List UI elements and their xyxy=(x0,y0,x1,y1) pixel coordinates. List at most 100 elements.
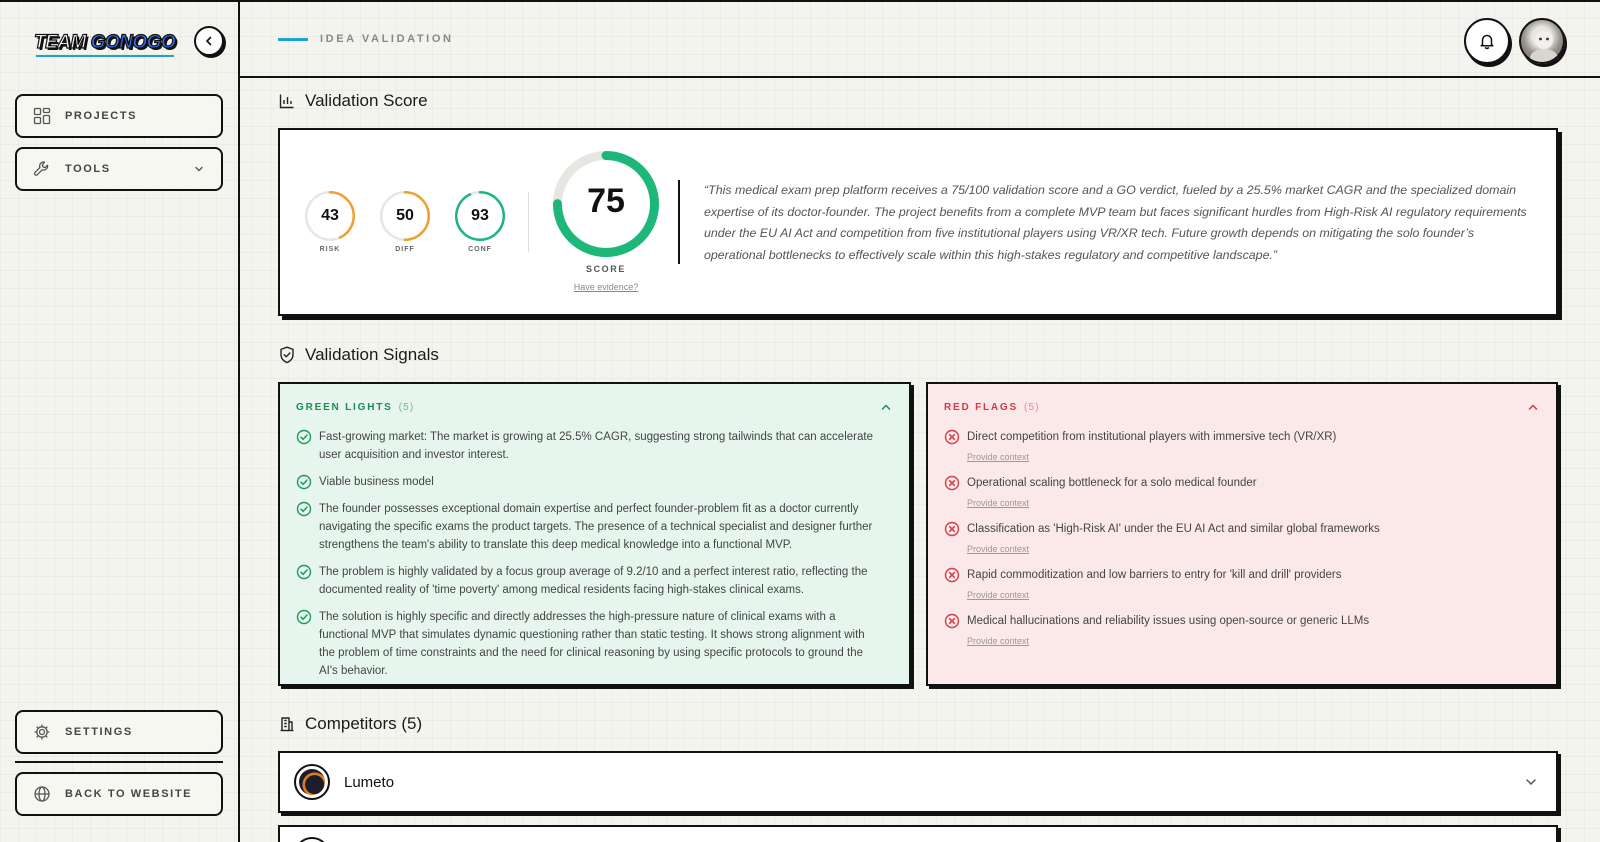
chevron-down-icon xyxy=(195,166,203,172)
validation-signals-title: Validation Signals xyxy=(305,345,439,364)
red-flags-label: RED FLAGS xyxy=(944,402,1018,413)
risk-value: 43 xyxy=(321,207,339,224)
nav-settings-label: SETTINGS xyxy=(65,726,133,738)
check-circle-icon xyxy=(296,564,312,580)
bar-chart-icon xyxy=(278,92,296,110)
overall-score-label: SCORE xyxy=(585,264,626,274)
diff-gauge: 50 DIFF xyxy=(379,190,431,256)
have-evidence-link[interactable]: Have evidence? xyxy=(552,282,660,292)
chevron-up-icon[interactable] xyxy=(879,400,893,414)
risk-label: RISK xyxy=(319,246,341,253)
provide-context-link[interactable]: Provide context xyxy=(967,634,1530,648)
validation-score-title: Validation Score xyxy=(305,91,428,110)
back-to-website-label: BACK TO WEBSITE xyxy=(65,788,193,800)
diff-label: DIFF xyxy=(395,246,415,253)
breadcrumb-accent xyxy=(278,38,308,41)
verdict-summary: “This medical exam prep platform receive… xyxy=(704,183,1527,262)
check-circle-icon xyxy=(296,429,312,445)
competitors-title: Competitors (5) xyxy=(305,714,423,733)
list-item: The problem is highly validated by a foc… xyxy=(296,563,883,599)
overall-score-value: 75 xyxy=(587,182,625,220)
red-flags-list: Direct competition from institutional pl… xyxy=(944,428,1530,658)
list-item: Fast-growing market: The market is growi… xyxy=(296,428,883,464)
green-light-text: The founder possesses exceptional domain… xyxy=(319,503,873,551)
list-item: The solution is highly specific and dire… xyxy=(296,608,883,680)
green-light-text: Viable business model xyxy=(319,476,434,488)
green-lights-label: GREEN LIGHTS xyxy=(296,402,393,413)
logo-text-gonogo: GONOGO xyxy=(90,31,176,53)
list-item: Rapid commoditization and low barriers t… xyxy=(944,566,1530,602)
red-flag-text: Operational scaling bottleneck for a sol… xyxy=(967,477,1257,489)
green-lights-list: Fast-growing market: The market is growi… xyxy=(296,428,883,689)
green-lights-header[interactable]: GREEN LIGHTS (5) xyxy=(296,402,414,413)
check-circle-icon xyxy=(296,609,312,625)
nav-tools-label: TOOLS xyxy=(65,163,111,175)
sidebar-divider xyxy=(15,761,223,763)
red-flag-text: Rapid commoditization and low barriers t… xyxy=(967,569,1342,581)
collapse-sidebar-button[interactable] xyxy=(194,26,224,56)
validation-signals-heading: Validation Signals xyxy=(278,345,439,365)
chevron-up-icon[interactable] xyxy=(1526,400,1540,414)
conf-value: 93 xyxy=(471,207,489,224)
building-icon xyxy=(278,715,296,733)
check-circle-icon xyxy=(296,501,312,517)
list-item: Direct competition from institutional pl… xyxy=(944,428,1530,464)
competitor-card[interactable]: Lumeto xyxy=(278,751,1558,813)
nav-settings-button[interactable]: SETTINGS xyxy=(15,710,223,754)
x-circle-icon xyxy=(944,613,960,629)
provide-context-link[interactable]: Provide context xyxy=(967,450,1530,464)
chevron-left-icon xyxy=(206,36,212,46)
provide-context-link[interactable]: Provide context xyxy=(967,588,1530,602)
breadcrumb: IDEA VALIDATION xyxy=(320,33,454,45)
sidebar: TEAM GONOGO PROJECTS TOOLS SETTINGS BACK… xyxy=(0,2,240,842)
wrench-icon xyxy=(33,160,51,178)
logo-underline xyxy=(36,55,174,57)
x-circle-icon xyxy=(944,521,960,537)
conf-label: CONF xyxy=(468,246,492,253)
gear-icon xyxy=(33,723,51,741)
red-flag-text: Medical hallucinations and reliability i… xyxy=(967,615,1370,627)
validation-score-card: 43 RISK 50 DIFF 93 CONF 75 SCORE Have ev… xyxy=(278,128,1558,316)
competitor-card[interactable] xyxy=(278,825,1558,842)
bell-icon xyxy=(1480,34,1494,50)
provide-context-link[interactable]: Provide context xyxy=(967,542,1530,556)
back-to-website-button[interactable]: BACK TO WEBSITE xyxy=(15,772,223,816)
provide-context-link[interactable]: Provide context xyxy=(967,496,1530,510)
competitor-name: Lumeto xyxy=(344,774,395,791)
list-item: Viable business model xyxy=(296,473,883,491)
check-circle-icon xyxy=(296,474,312,490)
validation-score-heading: Validation Score xyxy=(278,91,428,111)
summary-divider xyxy=(678,180,680,264)
red-flag-text: Direct competition from institutional pl… xyxy=(967,431,1337,443)
logo-text-team: TEAM xyxy=(33,31,91,53)
overall-score-gauge: 75 xyxy=(552,150,660,258)
red-flags-header[interactable]: RED FLAGS (5) xyxy=(944,402,1040,413)
user-avatar[interactable] xyxy=(1519,18,1565,64)
shield-check-icon xyxy=(278,346,296,364)
gauge-divider xyxy=(528,192,529,252)
nav-tools-button[interactable]: TOOLS xyxy=(15,147,223,191)
green-light-text: Fast-growing market: The market is growi… xyxy=(319,431,873,461)
grid-icon xyxy=(33,107,51,125)
green-light-text: The problem is highly validated by a foc… xyxy=(319,566,868,596)
chevron-down-icon[interactable] xyxy=(1524,775,1538,789)
list-item: Medical hallucinations and reliability i… xyxy=(944,612,1530,648)
nav-projects-button[interactable]: PROJECTS xyxy=(15,94,223,138)
x-circle-icon xyxy=(944,567,960,583)
competitor-logo xyxy=(294,837,330,842)
globe-icon xyxy=(33,785,51,803)
red-flags-count: (5) xyxy=(1023,402,1040,413)
nav-projects-label: PROJECTS xyxy=(65,110,138,122)
green-lights-panel: GREEN LIGHTS (5) Fast-growing market: The… xyxy=(278,382,911,686)
x-circle-icon xyxy=(944,429,960,445)
risk-gauge: 43 RISK xyxy=(304,190,356,256)
top-header: IDEA VALIDATION xyxy=(240,2,1600,78)
diff-value: 50 xyxy=(396,207,414,224)
green-light-text: The solution is highly specific and dire… xyxy=(319,611,865,677)
green-lights-count: (5) xyxy=(398,402,415,413)
list-item: Operational scaling bottleneck for a sol… xyxy=(944,474,1530,510)
x-circle-icon xyxy=(944,475,960,491)
notifications-button[interactable] xyxy=(1464,18,1510,64)
competitor-logo xyxy=(294,764,330,800)
red-flags-panel: RED FLAGS (5) Direct competition from ins… xyxy=(926,382,1558,686)
